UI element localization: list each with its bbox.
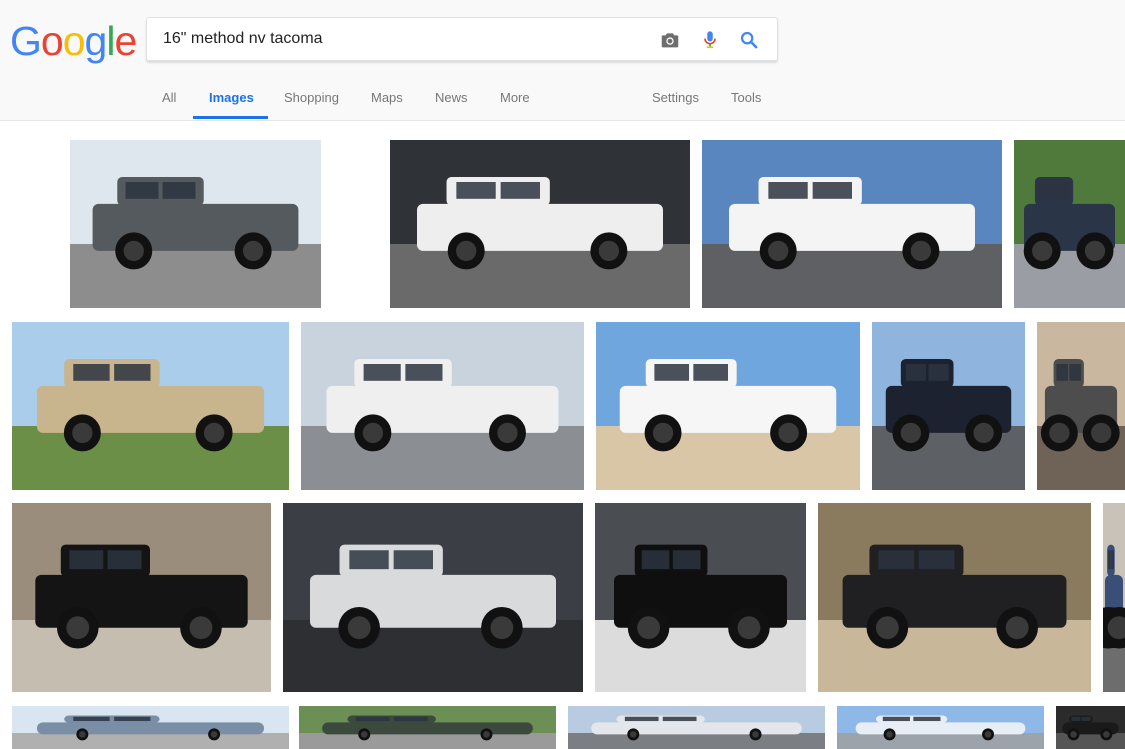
tab-news[interactable]: News: [435, 90, 468, 105]
truck-photo: [568, 706, 825, 749]
image-result[interactable]: [1103, 503, 1125, 692]
logo-letter: l: [106, 18, 115, 64]
tab-more[interactable]: More: [500, 90, 530, 105]
logo-letter: g: [84, 18, 108, 64]
truck-photo: [70, 140, 321, 308]
truck-photo: [595, 503, 806, 692]
search-input[interactable]: [163, 18, 633, 60]
tab-all[interactable]: All: [162, 90, 176, 105]
truck-photo: [12, 503, 271, 692]
image-result[interactable]: [299, 706, 556, 749]
image-result[interactable]: [1037, 322, 1125, 490]
truck-photo: [818, 503, 1091, 692]
image-result[interactable]: [596, 322, 860, 490]
image-result[interactable]: [301, 322, 584, 490]
truck-photo: [283, 503, 583, 692]
image-result[interactable]: [595, 503, 806, 692]
tab-tools[interactable]: Tools: [731, 90, 761, 105]
truck-photo: [702, 140, 1002, 308]
tab-images[interactable]: Images: [209, 90, 254, 105]
image-result[interactable]: [1056, 706, 1125, 749]
logo-letter: G: [10, 18, 42, 64]
camera-icon[interactable]: [659, 29, 681, 51]
image-result[interactable]: [702, 140, 1002, 308]
active-tab-indicator: [193, 116, 268, 119]
image-result[interactable]: [1014, 140, 1125, 308]
image-result[interactable]: [872, 322, 1025, 490]
microphone-icon[interactable]: [699, 29, 721, 51]
image-result[interactable]: [818, 503, 1091, 692]
truck-photo: [390, 140, 690, 308]
truck-photo: [1014, 140, 1125, 308]
google-logo[interactable]: Google: [10, 18, 137, 64]
truck-photo: [1056, 706, 1125, 749]
image-result[interactable]: [568, 706, 825, 749]
tab-settings[interactable]: Settings: [652, 90, 699, 105]
truck-photo: [1037, 322, 1125, 490]
search-box: [146, 17, 778, 61]
truck-photo: [301, 322, 584, 490]
header: Google All Images: [0, 0, 1125, 121]
search-icon[interactable]: [738, 29, 760, 51]
image-result[interactable]: [837, 706, 1044, 749]
tab-shopping[interactable]: Shopping: [284, 90, 339, 105]
image-result[interactable]: [283, 503, 583, 692]
truck-photo: [1103, 503, 1125, 692]
truck-photo: [596, 322, 860, 490]
logo-letter: o: [40, 18, 64, 64]
image-result[interactable]: [12, 706, 289, 749]
truck-photo: [299, 706, 556, 749]
logo-letter: e: [114, 18, 137, 64]
search-tabs: All Images Shopping Maps News More Setti…: [0, 80, 1125, 120]
truck-photo: [12, 322, 289, 490]
truck-photo: [872, 322, 1025, 490]
tab-maps[interactable]: Maps: [371, 90, 403, 105]
image-result[interactable]: [390, 140, 690, 308]
image-result[interactable]: [12, 322, 289, 490]
image-result[interactable]: [70, 140, 321, 308]
truck-photo: [837, 706, 1044, 749]
truck-photo: [12, 706, 289, 749]
image-result[interactable]: [12, 503, 271, 692]
logo-letter: o: [62, 18, 86, 64]
